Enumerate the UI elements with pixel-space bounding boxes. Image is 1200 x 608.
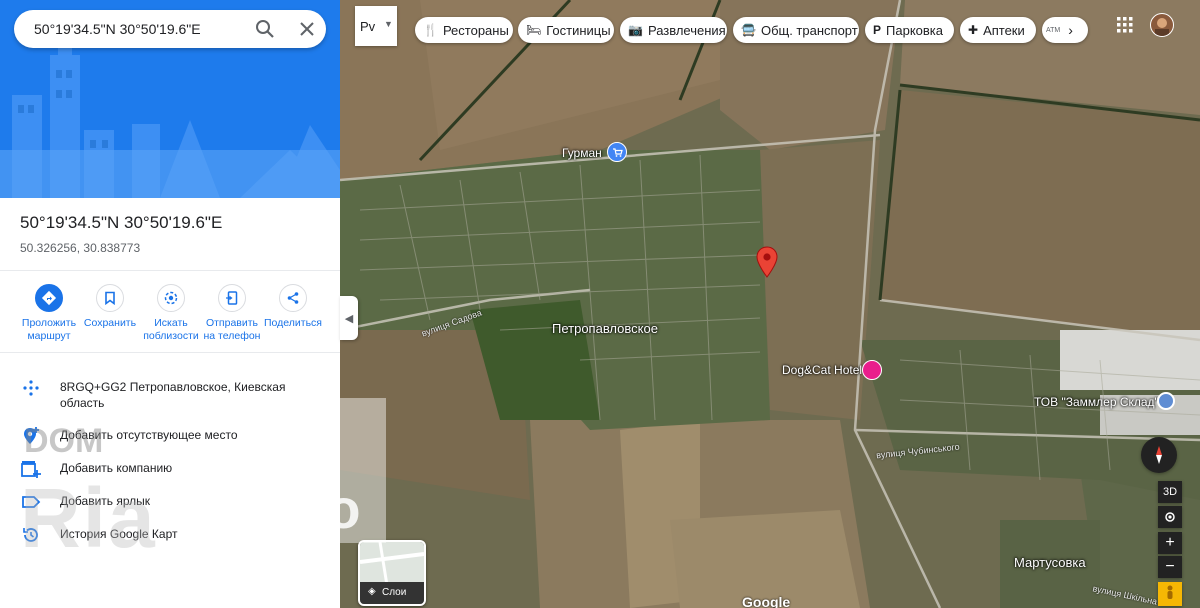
layers-thumbnail[interactable]: ◈ Слои <box>358 540 426 606</box>
add-place-icon <box>20 425 42 447</box>
add-missing-place-row[interactable]: Добавить отсутствующее место <box>0 423 340 451</box>
add-business-row[interactable]: Добавить компанию <box>0 456 340 484</box>
chip-label: ATM <box>1046 26 1061 34</box>
side-panel: 50°19'34.5"N 30°50'19.6"E 50°19'34.5"N 3… <box>0 0 340 608</box>
divider <box>0 270 340 271</box>
maps-history-row[interactable]: История Google Карт <box>0 522 340 550</box>
chip-label: Аптеки <box>983 22 1025 38</box>
nearby-button[interactable]: Искать поблизости <box>138 284 204 343</box>
3d-toggle-button[interactable]: 3D <box>1158 481 1182 503</box>
chip-label: Гостиницы <box>546 22 611 38</box>
collapse-panel-button[interactable]: ◀ <box>340 296 358 340</box>
place-label-hotel[interactable]: Dog&Cat Hotel <box>782 363 862 377</box>
place-title: 50°19'34.5"N 30°50'19.6"E <box>20 213 223 232</box>
search-input[interactable]: 50°19'34.5"N 30°50'19.6"E <box>34 21 201 37</box>
place-pin-icon[interactable] <box>1157 392 1175 410</box>
satellite-imagery <box>340 0 1200 608</box>
restaurant-icon: 🍴 <box>423 23 438 37</box>
transit-icon: 🚍 <box>741 23 756 37</box>
directions-button[interactable]: Проложить маршрут <box>16 284 82 343</box>
chevron-left-icon: ◀ <box>344 312 354 325</box>
chip-restaurants[interactable]: 🍴 Рестораны <box>415 17 513 43</box>
add-label-text: Добавить ярлык <box>60 494 151 508</box>
nearby-icon <box>157 284 185 312</box>
directions-label: Проложить маршрут <box>21 317 77 342</box>
label-icon <box>20 491 42 513</box>
plus-code-text: 8RGQ+GG2 Петропавловское, Киевская облас… <box>60 380 286 410</box>
my-location-button[interactable] <box>1158 506 1182 528</box>
save-button[interactable]: Сохранить <box>77 284 143 330</box>
save-label: Сохранить <box>83 317 137 329</box>
search-icon[interactable] <box>254 18 276 40</box>
chip-transit[interactable]: 🚍 Общ. транспорт <box>733 17 859 43</box>
add-missing-place-text: Добавить отсутствующее место <box>60 428 238 442</box>
my-location-icon <box>1165 512 1175 522</box>
close-icon[interactable] <box>296 18 318 40</box>
place-label-warehouse[interactable]: ТОВ "Заммлер Склад" <box>1034 395 1159 409</box>
chip-label: Рестораны <box>442 22 509 38</box>
chip-entertainment[interactable]: 📷 Развлечения <box>620 17 727 43</box>
place-label-village[interactable]: Петропавловское <box>552 321 658 336</box>
zoom-out-button[interactable]: − <box>1158 556 1182 578</box>
place-label-gurman[interactable]: Гурман <box>562 146 602 160</box>
chevron-down-icon: ▼ <box>384 19 393 29</box>
layer-selector-label: Рv <box>360 19 376 34</box>
bookmark-icon <box>96 284 124 312</box>
parking-icon: P <box>873 23 882 37</box>
google-logo: Google <box>742 594 791 608</box>
add-label-row[interactable]: Добавить ярлык <box>0 489 340 517</box>
layers-icon: ◈ <box>368 586 376 597</box>
compass-icon[interactable] <box>1141 437 1177 473</box>
share-button[interactable]: Поделиться <box>260 284 326 330</box>
avatar[interactable] <box>1150 13 1174 37</box>
history-icon <box>20 524 42 546</box>
chip-label: Парковка <box>886 22 943 38</box>
chip-hotels[interactable]: 🛏 Гостиницы <box>518 17 614 43</box>
decimal-coordinates: 50.326256, 30.838773 <box>20 241 141 255</box>
hotel-pin-icon[interactable] <box>862 360 882 380</box>
dropped-pin-icon[interactable] <box>756 246 778 283</box>
add-business-icon <box>20 458 42 480</box>
plus-code-row[interactable]: 8RGQ+GG2 Петропавловское, Киевская облас… <box>0 375 340 410</box>
chip-atm[interactable]: ATM › <box>1042 17 1088 43</box>
pegman-button[interactable] <box>1158 582 1182 606</box>
plus-icon: + <box>1165 534 1175 551</box>
chevron-right-icon[interactable]: › <box>1068 22 1073 38</box>
divider <box>0 352 340 353</box>
layer-selector-button[interactable]: Рv ▼ <box>355 6 397 46</box>
send-to-phone-icon <box>218 284 246 312</box>
add-business-text: Добавить компанию <box>60 461 173 475</box>
nearby-label: Искать поблизости <box>143 317 199 342</box>
search-box[interactable]: 50°19'34.5"N 30°50'19.6"E <box>14 10 326 48</box>
minus-icon: − <box>1165 558 1175 575</box>
chip-label: Развлечения <box>647 22 726 38</box>
zoom-in-button[interactable]: + <box>1158 532 1182 554</box>
pegman-icon <box>1167 585 1173 599</box>
pharmacy-icon: ✚ <box>968 23 979 37</box>
send-to-phone-label: Отправить на телефон <box>203 317 261 342</box>
layers-label: Слои <box>382 587 407 598</box>
plus-code-icon <box>20 377 42 399</box>
send-to-phone-button[interactable]: Отправить на телефон <box>199 284 265 343</box>
map-canvas[interactable]: Гурман Петропавловское вулиця Садова Dog… <box>340 0 1200 608</box>
apps-grid-icon[interactable] <box>1116 16 1134 34</box>
chip-pharmacies[interactable]: ✚ Аптеки <box>960 17 1036 43</box>
camera-icon: 📷 <box>628 23 643 37</box>
place-label-martusovka[interactable]: Мартусовка <box>1014 555 1086 570</box>
chip-label: Общ. транспорт <box>760 22 858 38</box>
shopping-cart-icon[interactable] <box>607 142 627 162</box>
share-icon <box>279 284 307 312</box>
hotel-icon: 🛏 <box>526 23 542 37</box>
maps-history-text: История Google Карт <box>60 527 178 541</box>
share-label: Поделиться <box>264 317 322 329</box>
chip-parking[interactable]: P Парковка <box>865 17 954 43</box>
directions-icon <box>35 284 63 312</box>
